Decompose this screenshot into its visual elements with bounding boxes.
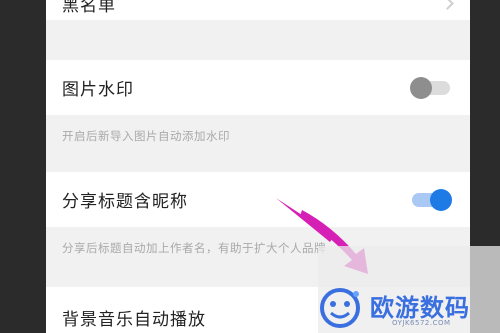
share-title-nickname-toggle[interactable]	[410, 188, 452, 211]
image-watermark-row: 图片水印	[46, 60, 470, 115]
watermark-url: OYJK6572.COM	[392, 319, 451, 327]
image-watermark-toggle[interactable]	[410, 76, 452, 99]
watermark-brand-name: 欧游数码	[370, 294, 470, 322]
chevron-right-icon	[441, 0, 454, 10]
blacklist-label: 黑名单	[62, 0, 116, 16]
image-watermark-label: 图片水印	[62, 80, 134, 100]
share-title-nickname-row: 分享标题含昵称	[46, 172, 470, 227]
blacklist-row[interactable]: 黑名单	[46, 0, 470, 20]
toggle-knob	[410, 76, 432, 99]
brand-logo-icon	[320, 288, 360, 328]
toggle-knob	[430, 188, 452, 211]
image-watermark-description: 开启后新导入图片自动添加水印	[62, 129, 230, 143]
